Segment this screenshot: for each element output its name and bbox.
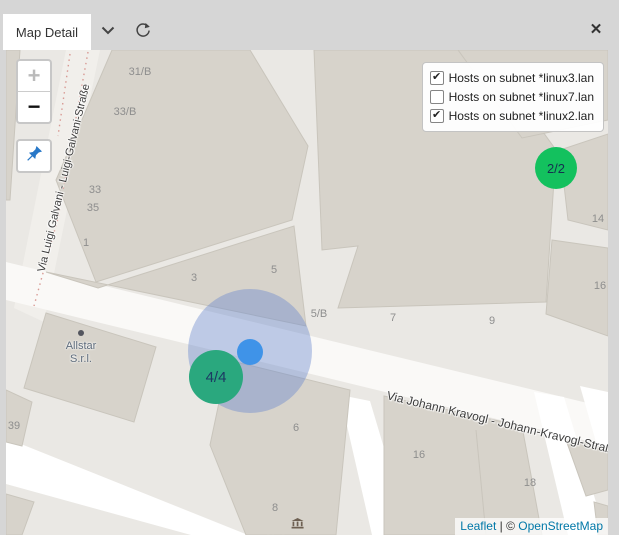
checkbox-checked[interactable]: ✔ <box>430 71 444 85</box>
house-number: 33 <box>89 184 101 196</box>
zoom-in-button[interactable]: + <box>18 61 50 92</box>
house-number: 33/B <box>114 106 137 118</box>
openstreetmap-link[interactable]: OpenStreetMap <box>518 519 603 533</box>
tab-map-detail[interactable]: Map Detail <box>3 14 91 50</box>
attribution-separator: | <box>496 519 506 533</box>
house-number: 31/B <box>129 66 152 78</box>
house-number: 5/B <box>311 308 328 320</box>
house-number: 3 <box>191 272 197 284</box>
house-number: 1 <box>83 237 89 249</box>
museum-icon <box>264 516 332 534</box>
legend-row[interactable]: Hosts on subnet *linux7.lan <box>430 87 594 106</box>
map-attribution: Leaflet | © OpenStreetMap <box>455 518 608 535</box>
refresh-icon[interactable] <box>134 21 152 39</box>
poi-museum: Cinè Museum <box>264 516 332 535</box>
house-number: 7 <box>390 312 396 324</box>
legend-label: Hosts on subnet *linux3.lan <box>449 71 594 85</box>
pushpin-icon <box>25 144 44 168</box>
zoom-out-button[interactable]: − <box>18 92 50 122</box>
attribution-copyright: © <box>506 519 518 533</box>
house-number: 14 <box>592 213 604 225</box>
legend-label: Hosts on subnet *linux2.lan <box>449 109 594 123</box>
pin-button[interactable] <box>16 139 52 173</box>
house-number: 6 <box>293 422 299 434</box>
house-number: 9 <box>489 315 495 327</box>
close-icon[interactable]: ✕ <box>587 20 605 38</box>
zoom-control: + − <box>16 59 52 124</box>
house-number: 35 <box>87 202 99 214</box>
house-number: 18 <box>524 477 536 489</box>
house-number: 16 <box>594 280 606 292</box>
map-canvas[interactable]: Via Luigi Galvani - Luigi-Galvani-Straße… <box>6 50 608 535</box>
subnet-legend: ✔ Hosts on subnet *linux3.lan Hosts on sub… <box>422 62 604 132</box>
house-number: 5 <box>271 264 277 276</box>
panel-titlebar: Map Detail ✕ <box>0 0 619 50</box>
poi-dot <box>78 330 84 336</box>
house-number: 16 <box>413 449 425 461</box>
host-group-marker-4of4[interactable]: 4/4 <box>189 350 243 404</box>
legend-row[interactable]: ✔ Hosts on subnet *linux2.lan <box>430 106 594 125</box>
chevron-down-icon[interactable] <box>99 24 117 36</box>
house-number: 8 <box>272 502 278 514</box>
leaflet-link[interactable]: Leaflet <box>460 519 496 533</box>
checkbox-checked[interactable]: ✔ <box>430 109 444 123</box>
checkbox-unchecked[interactable] <box>430 90 444 104</box>
location-dot <box>237 339 263 365</box>
host-group-marker-2of2[interactable]: 2/2 <box>535 147 577 189</box>
house-number: 39 <box>8 420 20 432</box>
poi-allstar-label: Allstar S.r.l. <box>66 340 97 366</box>
legend-row[interactable]: ✔ Hosts on subnet *linux3.lan <box>430 68 594 87</box>
legend-label: Hosts on subnet *linux7.lan <box>449 90 594 104</box>
